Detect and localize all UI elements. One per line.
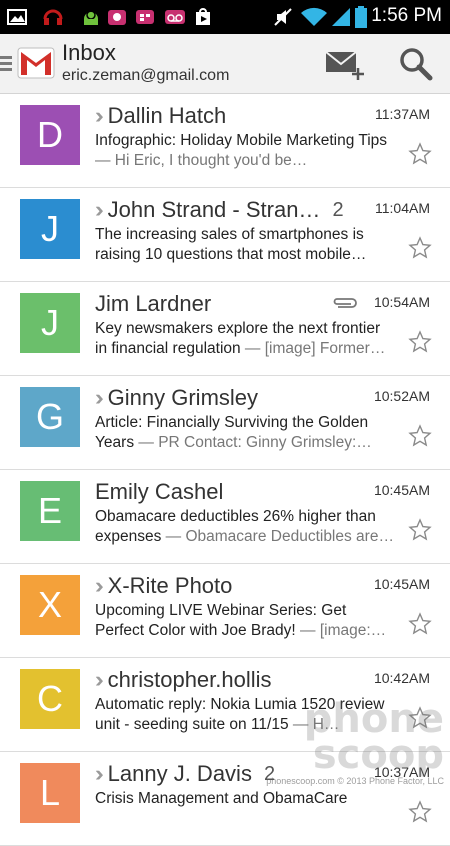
- thread-count: 2: [264, 763, 275, 786]
- sender-name: Lanny J. Davis: [108, 761, 252, 787]
- email-snippet: Automatic reply: Nokia Lumia 1520 review…: [95, 695, 395, 735]
- email-time: 10:37AM: [374, 764, 430, 780]
- compose-button[interactable]: [322, 46, 366, 84]
- sender-avatar[interactable]: E: [20, 481, 80, 541]
- sender-name: Dallin Hatch: [108, 103, 227, 129]
- bbm-icon: [134, 6, 156, 28]
- star-icon[interactable]: [408, 518, 432, 542]
- headset-icon: [42, 6, 64, 28]
- email-row[interactable]: G ››Ginny Grimsley 10:52AM Article: Financi…: [0, 376, 450, 470]
- sender-avatar[interactable]: X: [20, 575, 80, 635]
- image-icon: [6, 6, 28, 28]
- email-snippet: Infographic: Holiday Mobile Marketing Ti…: [95, 131, 395, 171]
- email-row[interactable]: L ››Lanny J. Davis 2 10:37AM Crisis Manageme…: [0, 752, 450, 846]
- email-preview: — [image:…: [296, 622, 386, 639]
- email-time: 10:42AM: [374, 670, 430, 686]
- email-snippet: Crisis Management and ObamaCare: [95, 789, 395, 829]
- email-time: 11:37AM: [375, 106, 430, 122]
- compose-mail-icon: [322, 46, 366, 84]
- star-icon[interactable]: [408, 424, 432, 448]
- android-icon: [80, 6, 102, 28]
- email-row[interactable]: X ››X-Rite Photo 10:45AM Upcoming LIVE Webi…: [0, 564, 450, 658]
- email-row[interactable]: D ››Dallin Hatch 11:37AM Infographic: Holid…: [0, 94, 450, 188]
- email-row[interactable]: J Jim Lardner 10:54AM Key newsmakers explor…: [0, 282, 450, 376]
- importance-marker-icon: ››: [95, 385, 104, 411]
- importance-marker-icon: ››: [95, 103, 104, 129]
- sender-name: John Strand - Stran…: [108, 197, 321, 223]
- sender-avatar[interactable]: C: [20, 669, 80, 729]
- wifi-icon: [300, 6, 328, 28]
- email-time: 10:45AM: [374, 482, 430, 498]
- sender-name: christopher.hollis: [108, 667, 272, 693]
- sender-name: Emily Cashel: [95, 479, 223, 505]
- sender-name: X-Rite Photo: [108, 573, 233, 599]
- email-time: 11:04AM: [375, 200, 430, 216]
- sender-line: ››John Strand - Stran… 2: [95, 196, 344, 224]
- email-row[interactable]: C ››christopher.hollis 10:42AM Automatic re…: [0, 658, 450, 752]
- email-preview: — H…: [289, 716, 340, 733]
- email-snippet: Obamacare deductibles 26% higher than ex…: [95, 507, 395, 547]
- sender-line: ››Dallin Hatch: [95, 102, 226, 130]
- sender-avatar[interactable]: J: [20, 199, 80, 259]
- page-title[interactable]: Inbox: [62, 40, 116, 66]
- email-preview: — Obamacare Deductibles are…: [161, 528, 394, 545]
- importance-marker-icon: ››: [95, 197, 104, 223]
- sender-avatar[interactable]: G: [20, 387, 80, 447]
- importance-marker-icon: ››: [95, 667, 104, 693]
- voicemail-icon: [164, 6, 186, 28]
- sender-line: Jim Lardner: [95, 290, 211, 318]
- sender-line: ››Lanny J. Davis 2: [95, 760, 275, 788]
- email-subject: Crisis Management and ObamaCare: [95, 790, 347, 807]
- importance-marker-icon: ››: [95, 761, 104, 787]
- sender-avatar[interactable]: D: [20, 105, 80, 165]
- drawer-menu-icon[interactable]: [0, 56, 12, 72]
- email-snippet: Key newsmakers explore the next frontier…: [95, 319, 395, 359]
- sender-line: Emily Cashel: [95, 478, 223, 506]
- account-email[interactable]: eric.zeman@gmail.com: [62, 67, 229, 85]
- email-row[interactable]: J ››John Strand - Stran… 2 11:04AM The incre…: [0, 188, 450, 282]
- star-icon[interactable]: [408, 236, 432, 260]
- sender-line: ››X-Rite Photo: [95, 572, 232, 600]
- email-time: 10:45AM: [374, 576, 430, 592]
- email-subject: The increasing sales of smartphones is r…: [95, 226, 366, 263]
- play-store-icon: [192, 6, 214, 28]
- email-preview: — PR Contact: Ginny Grimsley:…: [134, 434, 372, 451]
- email-subject: Automatic reply: Nokia Lumia 1520 review…: [95, 696, 384, 733]
- sender-avatar[interactable]: J: [20, 293, 80, 353]
- signal-icon: [330, 6, 352, 28]
- email-snippet: Article: Financially Surviving the Golde…: [95, 413, 395, 453]
- email-row[interactable]: E Emily Cashel 10:45AM Obamacare deductible…: [0, 470, 450, 564]
- gmail-logo-icon[interactable]: [17, 46, 55, 80]
- attachment-icon: [332, 296, 358, 310]
- star-icon[interactable]: [408, 612, 432, 636]
- sender-name: Ginny Grimsley: [108, 385, 258, 411]
- battery-icon: [354, 6, 368, 28]
- sender-line: ››Ginny Grimsley: [95, 384, 258, 412]
- status-bar: 1:56 PM: [0, 0, 450, 34]
- search-button[interactable]: [396, 44, 436, 84]
- app-icon: [106, 6, 128, 28]
- email-list: D››Dallin Hatch11:37AMInfographic: Holid…: [0, 94, 450, 846]
- sender-avatar[interactable]: L: [20, 763, 80, 823]
- email-snippet: The increasing sales of smartphones is r…: [95, 225, 395, 265]
- email-subject: Infographic: Holiday Mobile Marketing Ti…: [95, 132, 387, 149]
- email-time: 10:52AM: [374, 388, 430, 404]
- star-icon[interactable]: [408, 330, 432, 354]
- email-snippet: Upcoming LIVE Webinar Series: Get Perfec…: [95, 601, 395, 641]
- email-time: 10:54AM: [374, 294, 430, 310]
- email-preview: — [image] Former…: [241, 340, 386, 357]
- thread-count: 2: [332, 199, 343, 222]
- star-icon[interactable]: [408, 142, 432, 166]
- mute-icon: [272, 6, 294, 28]
- star-icon[interactable]: [408, 800, 432, 824]
- sender-name: Jim Lardner: [95, 291, 211, 317]
- search-icon: [396, 44, 436, 84]
- email-preview: — Hi Eric, I thought you'd be…: [95, 152, 307, 169]
- action-bar: Inbox eric.zeman@gmail.com: [0, 34, 450, 94]
- sender-line: ››christopher.hollis: [95, 666, 272, 694]
- status-time: 1:56 PM: [371, 5, 442, 27]
- star-icon[interactable]: [408, 706, 432, 730]
- importance-marker-icon: ››: [95, 573, 104, 599]
